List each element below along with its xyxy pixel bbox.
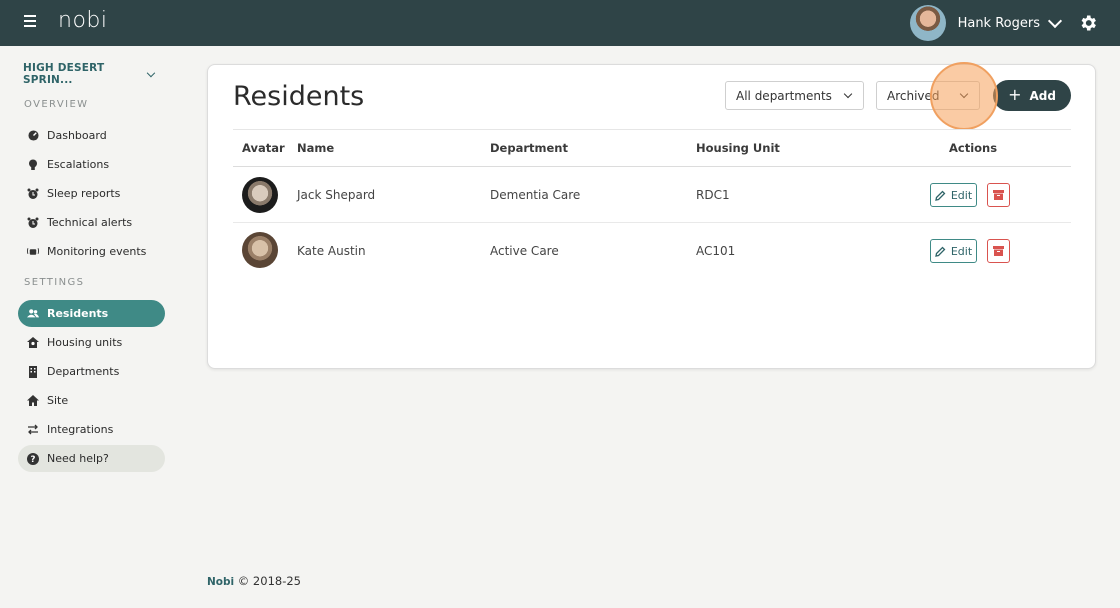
archive-button[interactable] xyxy=(987,239,1010,263)
sidebar-item-label: Site xyxy=(47,394,69,407)
sidebar-item-monitoring-events[interactable]: Monitoring events xyxy=(18,238,165,265)
edit-button[interactable]: Edit xyxy=(930,239,977,263)
section-label-overview: OVERVIEW xyxy=(24,99,89,110)
add-button-label: Add xyxy=(1029,88,1056,103)
site-name: HIGH DESERT SPRIN... xyxy=(23,62,105,86)
resident-housing-unit: RDC1 xyxy=(696,188,730,202)
lightbulb-icon xyxy=(27,159,39,171)
footer-copyright: © 2018-25 xyxy=(237,574,301,588)
logo[interactable]: nobi xyxy=(58,8,107,33)
sidebar-item-technical-alerts[interactable]: Technical alerts xyxy=(18,209,165,236)
need-help-button[interactable]: ? Need help? xyxy=(18,445,165,472)
alarm-icon xyxy=(27,217,39,229)
add-resident-button[interactable]: + Add xyxy=(993,80,1071,111)
avatar xyxy=(242,232,278,268)
home-icon xyxy=(27,395,39,407)
section-label-settings: SETTINGS xyxy=(24,277,85,288)
sidebar-item-residents[interactable]: Residents xyxy=(18,300,165,327)
footer: Nobi © 2018-25 xyxy=(207,574,301,588)
chevron-down-icon xyxy=(147,68,156,77)
swap-icon xyxy=(27,424,39,436)
divider xyxy=(233,129,1071,130)
sidebar-item-escalations[interactable]: Escalations xyxy=(18,151,165,178)
sidebar-item-label: Dashboard xyxy=(47,129,107,142)
page-title: Residents xyxy=(233,81,365,112)
column-header-avatar: Avatar xyxy=(242,141,285,155)
svg-text:?: ? xyxy=(31,455,36,465)
sidebar-item-integrations[interactable]: Integrations xyxy=(18,416,165,443)
archive-icon xyxy=(993,190,1004,200)
sidebar-item-label: Sleep reports xyxy=(47,187,121,200)
sidebar-item-label: Escalations xyxy=(47,158,110,171)
column-header-housing-unit: Housing Unit xyxy=(696,141,780,155)
edit-label: Edit xyxy=(950,188,973,202)
chevron-down-icon xyxy=(959,89,969,99)
question-icon: ? xyxy=(27,452,39,465)
chevron-down-icon xyxy=(1047,13,1063,28)
pencil-icon xyxy=(935,246,946,257)
archive-icon xyxy=(993,246,1004,256)
sidebar-item-label: Integrations xyxy=(47,423,114,436)
alarm-icon xyxy=(27,188,39,200)
status-filter-value: Archived xyxy=(887,88,940,103)
resident-housing-unit: AC101 xyxy=(696,244,736,258)
need-help-label: Need help? xyxy=(47,452,109,465)
sidebar: HIGH DESERT SPRIN... OVERVIEW Dashboard … xyxy=(0,46,180,608)
chevron-down-icon xyxy=(843,89,853,99)
status-filter[interactable]: Archived xyxy=(876,81,980,110)
department-filter-value: All departments xyxy=(736,88,832,103)
dashboard-icon xyxy=(27,130,39,142)
sidebar-item-dashboard[interactable]: Dashboard xyxy=(18,122,165,149)
sidebar-item-label: Departments xyxy=(47,365,120,378)
department-filter[interactable]: All departments xyxy=(725,81,864,110)
column-header-actions: Actions xyxy=(949,141,998,155)
users-icon xyxy=(27,308,39,320)
resident-name: Jack Shepard xyxy=(297,188,376,202)
sidebar-item-site[interactable]: Site xyxy=(18,387,165,414)
site-selector[interactable]: HIGH DESERT SPRIN... xyxy=(23,62,158,86)
user-name: Hank Rogers xyxy=(957,15,1040,31)
plus-icon: + xyxy=(1008,85,1022,104)
divider xyxy=(233,166,1071,167)
sidebar-item-housing-units[interactable]: Housing units xyxy=(18,329,165,356)
gear-icon[interactable] xyxy=(1078,13,1098,33)
resident-department: Dementia Care xyxy=(490,188,581,202)
top-bar: nobi Hank Rogers xyxy=(0,0,1120,46)
user-avatar xyxy=(909,5,946,41)
avatar xyxy=(242,177,278,213)
sidebar-item-label: Housing units xyxy=(47,336,123,349)
user-menu[interactable]: Hank Rogers xyxy=(909,5,1063,41)
edit-label: Edit xyxy=(950,244,973,258)
archive-button[interactable] xyxy=(987,183,1010,207)
column-header-name: Name xyxy=(297,141,335,155)
edit-button[interactable]: Edit xyxy=(930,183,977,207)
sidebar-item-label: Monitoring events xyxy=(47,245,147,258)
footer-brand-link[interactable]: Nobi xyxy=(207,576,234,588)
sidebar-item-departments[interactable]: Departments xyxy=(18,358,165,385)
resident-department: Active Care xyxy=(490,244,559,258)
divider xyxy=(233,222,1071,223)
broadcast-icon xyxy=(27,246,39,258)
sidebar-item-label: Technical alerts xyxy=(47,216,133,229)
resident-name: Kate Austin xyxy=(297,244,366,258)
column-header-department: Department xyxy=(490,141,568,155)
sidebar-item-sleep-reports[interactable]: Sleep reports xyxy=(18,180,165,207)
pencil-icon xyxy=(935,190,946,201)
sidebar-item-label: Residents xyxy=(47,307,109,320)
house-icon xyxy=(27,337,39,349)
residents-card: Residents All departments Archived + Add… xyxy=(207,62,1096,369)
building-icon xyxy=(27,365,39,378)
menu-icon[interactable] xyxy=(24,15,38,29)
